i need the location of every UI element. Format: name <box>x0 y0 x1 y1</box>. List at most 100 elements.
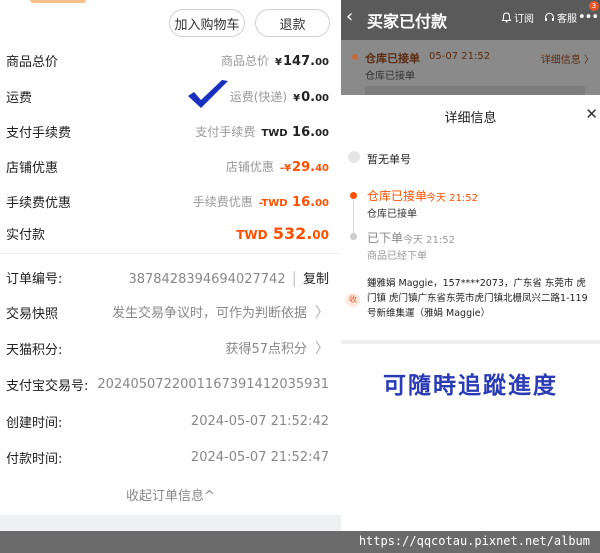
fee-amount: 0. <box>301 89 316 105</box>
order-number-value: 3878428394694027742 <box>128 271 286 287</box>
snapshot-value: 发生交易争议时，可作为判断依据 <box>111 306 307 321</box>
fee-label: 店铺优惠 <box>6 160 59 176</box>
section-divider <box>341 340 600 344</box>
copy-button[interactable]: 复制 <box>303 268 329 287</box>
app-header: ‹ 买家已付款 订阅 客服 ••• 3 <box>341 0 600 40</box>
payment-time-label: 付款时间: <box>6 451 63 467</box>
snapshot-row[interactable]: 交易快照 发生交易争议时，可作为判断依据 〉 <box>0 300 341 324</box>
fee-row-shipping: 运费 运费(快递) ¥0.00 <box>0 84 341 108</box>
fee-decimals: 40 <box>315 162 329 174</box>
fee-decimals: 00 <box>315 197 329 209</box>
chevron-right-icon: 〉 <box>315 305 329 321</box>
customer-service-label: 客服 <box>557 14 577 25</box>
timeline-step-time: 今天 21:52 <box>426 193 478 204</box>
blue-checkmark-icon <box>188 80 228 108</box>
fee-currency: TWD <box>261 127 292 139</box>
payment-time-value: 2024-05-07 21:52:47 <box>190 449 329 465</box>
fee-row-payment-fee: 支付手续费 支付手续费 TWD 16.00 <box>0 119 341 143</box>
fee-amount: 29. <box>292 159 316 175</box>
fee-currency: -TWD <box>258 197 292 209</box>
status-dot-icon <box>352 54 358 60</box>
top-edge-fragment <box>30 0 86 3</box>
fee-decimals: 00 <box>315 92 329 104</box>
slogan-text: 可隨時追蹤進度 <box>383 373 558 399</box>
points-row[interactable]: 天猫积分: 获得57点积分 〉 <box>0 336 341 360</box>
chevron-up-icon: ^ <box>204 489 215 504</box>
timeline-step-sub: 仓库已接单 <box>367 209 417 220</box>
fee-sublabel: 手续费优惠 <box>192 194 253 209</box>
fee-sublabel: 商品总价 <box>221 53 270 68</box>
alipay-value: 2024050722001167391412035931 <box>97 376 329 392</box>
watermark-bar: https://qqcotau.pixnet.net/album <box>0 531 600 553</box>
detail-bottom-sheet: 详细信息 ✕ 暂无单号 仓库已接单 今天 21:52 仓库已接单 已下单 今天 … <box>341 95 600 340</box>
package-icon <box>348 151 360 163</box>
order-number-row: 订单编号: 3878428394694027742 | 复制 <box>0 265 341 289</box>
dimmed-status-banner: 仓库已接单 05-07 21:52 详细信息 〉 仓库已接单 <box>341 40 600 95</box>
points-label: 天猫积分: <box>6 342 63 358</box>
subscribe-button[interactable]: 订阅 <box>501 10 534 25</box>
no-tracking-text: 暂无单号 <box>367 153 411 166</box>
fee-row-total: 商品总价 商品总价 ¥147.00 <box>0 48 341 72</box>
alipay-row: 支付宝交易号: 2024050722001167391412035931 <box>0 372 341 396</box>
fee-currency: -¥ <box>279 162 292 174</box>
collapse-order-info-button[interactable]: 收起订单信息^ <box>0 485 341 504</box>
logistics-detail-panel: ‹ 买家已付款 订阅 客服 ••• 3 仓库已接单 05-07 21:52 详细… <box>341 0 600 553</box>
chevron-right-icon: 〉 <box>315 341 329 357</box>
receiver-address: 鍾雅娟 Maggie，157****2073，广东省 东莞市 虎门镇 虎门镇广东… <box>367 278 588 319</box>
paid-amount: 532. <box>272 223 313 243</box>
fee-decimals: 00 <box>315 127 329 139</box>
created-time-row: 创建时间: 2024-05-07 21:52:42 <box>0 409 341 433</box>
timeline-dot-active <box>350 192 357 199</box>
fee-currency: ¥ <box>293 92 301 104</box>
timeline-step-title: 已下单 <box>367 231 404 245</box>
bell-icon <box>501 12 512 23</box>
more-icon[interactable]: ••• <box>578 10 599 25</box>
banner-status-sub: 仓库已接单 <box>365 71 415 82</box>
fee-row-fee-discount: 手续费优惠 手续费优惠 -TWD 16.00 <box>0 189 341 213</box>
created-time-label: 创建时间: <box>6 415 63 431</box>
headset-icon <box>545 12 554 21</box>
paid-label: 实付款 <box>6 227 46 243</box>
fee-row-shop-discount: 店铺优惠 店铺优惠 -¥29.40 <box>0 154 341 178</box>
banner-status-title: 仓库已接单 <box>365 52 420 65</box>
fee-currency: ¥ <box>275 56 282 68</box>
timeline-step-title: 仓库已接单 <box>367 189 428 203</box>
timeline-dot-inactive <box>350 233 357 240</box>
order-detail-panel: 加入购物车 退款 商品总价 商品总价 ¥147.00 运费 运费(快递) ¥0.… <box>0 0 341 553</box>
subscribe-label: 订阅 <box>514 14 534 25</box>
paid-amount-row: 实付款 TWD 532.00 <box>0 221 341 245</box>
timeline-step-sub: 商品已经下单 <box>367 251 427 262</box>
fee-amount: 16. <box>292 194 316 210</box>
alipay-label: 支付宝交易号: <box>6 378 89 394</box>
snapshot-label: 交易快照 <box>6 306 59 322</box>
obscured-text <box>365 86 585 95</box>
page-title: 买家已付款 <box>367 12 448 31</box>
fee-label: 支付手续费 <box>6 125 72 141</box>
watermark-url: https://qqcotau.pixnet.net/album <box>358 534 590 548</box>
receiver-icon: 收 <box>346 293 360 307</box>
section-divider <box>0 253 341 254</box>
fee-label: 商品总价 <box>6 54 59 70</box>
add-to-cart-button[interactable]: 加入购物车 <box>169 9 245 37</box>
paid-decimals: 00 <box>312 227 329 242</box>
points-value: 获得57点积分 <box>225 342 307 357</box>
timeline-step-time: 今天 21:52 <box>403 235 455 246</box>
back-arrow-icon[interactable]: ‹ <box>346 6 353 27</box>
timeline-connector <box>353 199 354 237</box>
fee-sublabel: 运费(快递) <box>229 89 288 104</box>
fee-sublabel: 店铺优惠 <box>225 159 274 174</box>
copy-separator: | <box>291 267 297 287</box>
detail-info-link[interactable]: 详细信息 〉 <box>541 51 594 66</box>
fee-label: 手续费优惠 <box>6 195 72 211</box>
refund-button[interactable]: 退款 <box>255 9 330 37</box>
fee-label: 运费 <box>6 90 33 106</box>
paid-currency: TWD <box>236 227 272 242</box>
close-icon[interactable]: ✕ <box>585 105 598 123</box>
sheet-title: 详细信息 <box>444 111 497 126</box>
collapse-label: 收起订单信息 <box>126 489 205 504</box>
fee-amount: 16. <box>292 124 316 140</box>
customer-service-button[interactable]: 客服 <box>544 10 577 25</box>
fee-amount: 147. <box>283 53 316 69</box>
notification-badge: 3 <box>589 1 599 11</box>
fee-decimals: 00 <box>315 56 329 68</box>
